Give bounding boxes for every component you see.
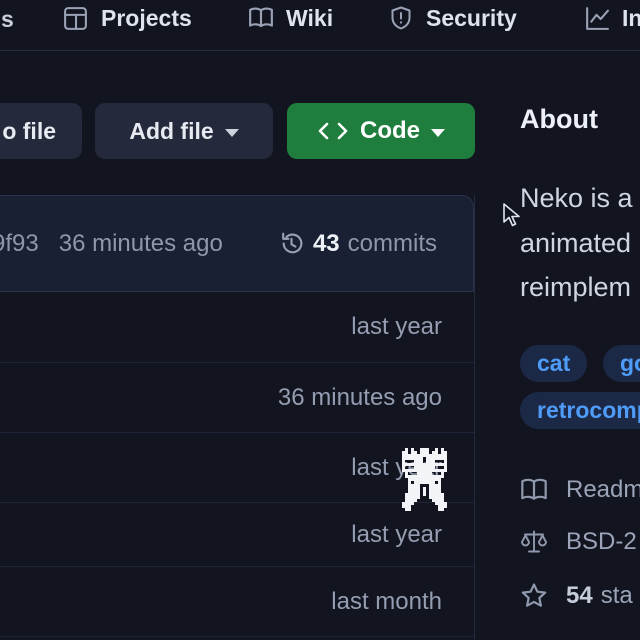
tab-projects-label: Projects bbox=[101, 5, 192, 32]
stars-link[interactable]: 54 sta bbox=[520, 582, 633, 610]
file-row[interactable]: last month bbox=[0, 567, 474, 637]
history-icon bbox=[278, 230, 305, 257]
neko-cat-sprite bbox=[402, 448, 447, 516]
code-button-label: Code bbox=[360, 117, 420, 145]
file-row[interactable]: last year bbox=[0, 292, 474, 363]
file-table: 9f93 36 minutes ago 43 commits last year… bbox=[0, 195, 475, 640]
about-description: reimplem bbox=[520, 272, 631, 303]
add-file-label: Add file bbox=[129, 118, 213, 145]
license-label: BSD-2 bbox=[566, 528, 637, 556]
shield-icon bbox=[388, 5, 414, 31]
file-row-time: 36 minutes ago bbox=[278, 384, 442, 412]
code-icon bbox=[317, 122, 349, 140]
commits-label: commits bbox=[348, 230, 437, 258]
graph-icon bbox=[583, 5, 610, 32]
commit-hash-link[interactable]: 9f93 bbox=[0, 230, 39, 258]
file-row-time: last month bbox=[331, 588, 442, 616]
file-row-time: last year bbox=[351, 521, 442, 549]
about-description: animated bbox=[520, 228, 631, 259]
mouse-cursor bbox=[501, 203, 523, 234]
about-description: Neko is a bbox=[520, 183, 633, 214]
topic-tag-go[interactable]: go bbox=[603, 345, 640, 382]
tab-pull-requests-partial[interactable]: s bbox=[1, 6, 14, 33]
star-icon bbox=[520, 582, 548, 610]
stars-count: 54 bbox=[566, 582, 593, 609]
go-to-file-button[interactable]: o file bbox=[0, 103, 82, 159]
chevron-down-icon bbox=[225, 129, 239, 137]
tab-insights[interactable]: In bbox=[583, 1, 640, 35]
tab-wiki-label: Wiki bbox=[286, 5, 333, 32]
commit-time: 36 minutes ago bbox=[59, 230, 223, 258]
file-row[interactable]: 36 minutes ago bbox=[0, 363, 474, 433]
code-button[interactable]: Code bbox=[287, 103, 475, 159]
book-icon bbox=[248, 5, 274, 31]
law-scales-icon bbox=[520, 528, 548, 556]
tab-security[interactable]: Security bbox=[388, 1, 517, 35]
github-repo-page: s Projects Wiki Security In bbox=[0, 0, 640, 640]
commit-history-link[interactable]: 43 commits bbox=[278, 230, 437, 258]
tab-projects[interactable]: Projects bbox=[62, 1, 192, 35]
chevron-down-icon bbox=[431, 129, 445, 137]
tab-security-label: Security bbox=[426, 5, 517, 32]
repo-tab-bar: s Projects Wiki Security In bbox=[0, 0, 640, 51]
go-to-file-label: o file bbox=[2, 118, 56, 145]
commit-count: 43 bbox=[313, 230, 340, 258]
add-file-button[interactable]: Add file bbox=[95, 103, 273, 159]
latest-commit-bar: 9f93 36 minutes ago 43 commits bbox=[0, 195, 474, 292]
topic-tag-cat[interactable]: cat bbox=[520, 345, 587, 382]
tab-wiki[interactable]: Wiki bbox=[248, 1, 333, 35]
topic-tag-retrocomputing[interactable]: retrocomp bbox=[520, 392, 640, 429]
project-icon bbox=[62, 5, 89, 32]
about-title: About bbox=[520, 104, 598, 135]
readme-label: Readm bbox=[566, 476, 640, 504]
license-link[interactable]: BSD-2 bbox=[520, 528, 637, 556]
stars-label: sta bbox=[601, 582, 633, 609]
tab-insights-label: In bbox=[622, 5, 640, 32]
readme-link[interactable]: Readm bbox=[520, 476, 640, 504]
book-icon bbox=[520, 476, 548, 504]
file-row-time: last year bbox=[351, 313, 442, 341]
